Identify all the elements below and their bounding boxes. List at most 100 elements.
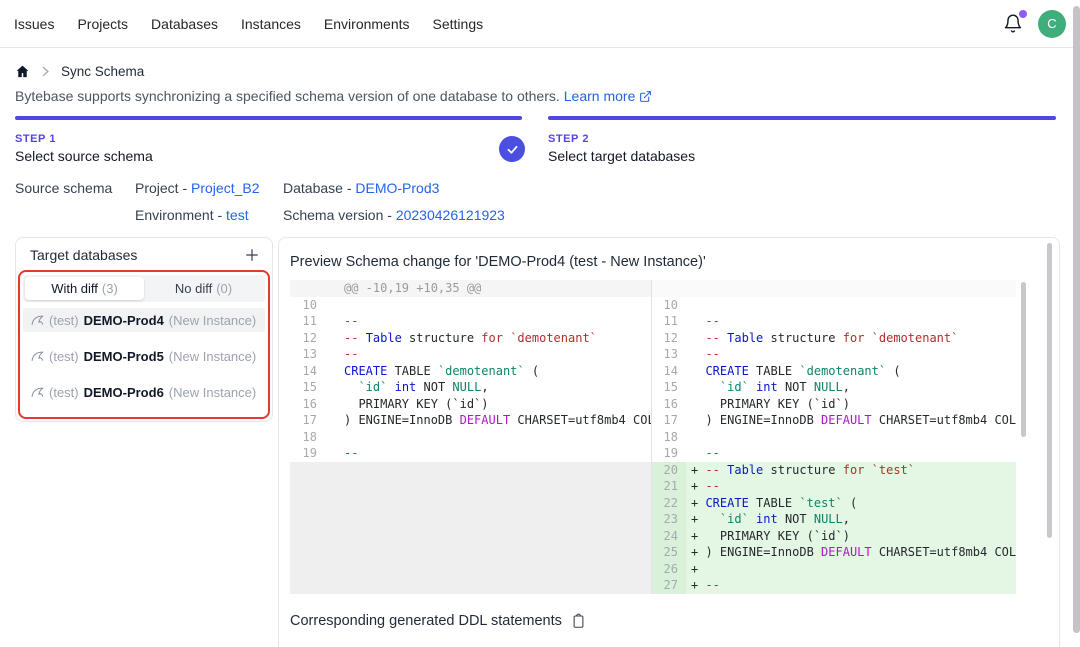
diff-line: 15 `id` int NOT NULL, [290, 379, 651, 396]
diff-line: 14CREATE TABLE `demotenant` ( [290, 363, 651, 380]
diff-line: 10 [652, 297, 1016, 314]
nav-item-databases[interactable]: Databases [151, 16, 218, 32]
intro: Bytebase supports synchronizing a specif… [15, 88, 652, 104]
diff-line: 23+ `id` int NOT NULL, [652, 511, 1016, 528]
database-row[interactable]: (test) DEMO-Prod5 (New Instance) [23, 344, 265, 368]
copy-ddl-button[interactable] [571, 613, 586, 629]
field-environment: Environment - test [135, 207, 249, 223]
mysql-icon [31, 314, 44, 326]
diff-editor-scrollbar[interactable] [1021, 282, 1026, 437]
database-row[interactable]: (test)DEMO-Prod4(New Instance) [23, 308, 265, 332]
step1-progress-bar [15, 116, 522, 120]
diff-line: 19 -- [652, 445, 1016, 462]
step2-progress-bar [548, 116, 1056, 120]
nav-item-issues[interactable]: Issues [14, 16, 54, 32]
check-icon [506, 143, 519, 156]
avatar[interactable]: C [1038, 10, 1066, 38]
db-name: DEMO-Prod6 [84, 385, 164, 400]
db-environment: (test) [49, 313, 79, 328]
tab-with-diff-count: (3) [102, 281, 118, 296]
field-database: Database - DEMO-Prod3 [283, 180, 439, 196]
db-note: (New Instance) [169, 313, 256, 328]
nav-item-instances[interactable]: Instances [241, 16, 301, 32]
db-environment: (test) [49, 349, 79, 364]
diff-line: 10 [290, 297, 651, 314]
mysql-icon [31, 350, 44, 362]
database-list: (test)DEMO-Prod4(New Instance)(test)DEMO… [23, 308, 265, 404]
ddl-statements-label: Corresponding generated DDL statements [290, 613, 562, 629]
preview-title: Preview Schema change for 'DEMO-Prod4 (t… [290, 254, 706, 270]
clipboard-icon [571, 613, 586, 629]
diff-line: 12-- Table structure for `demotenant` [290, 330, 651, 347]
learn-more-link[interactable]: Learn more [564, 88, 636, 104]
preview-panel: Preview Schema change for 'DEMO-Prod4 (t… [278, 237, 1060, 647]
diff-line: 27+ -- [652, 577, 1016, 594]
nav-right: C [1003, 10, 1066, 38]
nav-item-projects[interactable]: Projects [77, 16, 128, 32]
notifications-button[interactable] [1003, 13, 1025, 35]
diff-line: 16 PRIMARY KEY (`id`) [652, 396, 1016, 413]
tab-with-diff[interactable]: With diff (3) [25, 277, 144, 300]
schema-version-link[interactable]: 20230426121923 [396, 207, 505, 223]
target-databases-title: Target databases [30, 247, 137, 263]
database-link[interactable]: DEMO-Prod3 [355, 180, 439, 196]
top-nav: Issues Projects Databases Instances Environm… [0, 0, 1080, 48]
db-name: DEMO-Prod5 [84, 349, 164, 364]
field-database-label: Database - [283, 180, 355, 196]
add-target-database-button[interactable] [244, 247, 260, 263]
diff-line: 20+ -- Table structure for `test` [652, 462, 1016, 479]
tab-with-diff-label: With diff [51, 281, 98, 296]
diff-line: 17) ENGINE=InnoDB DEFAULT CHARSET=utf8mb… [290, 412, 651, 429]
diff-tabs: With diff (3) No diff (0) [23, 275, 265, 302]
field-project-label: Project - [135, 180, 191, 196]
preview-panel-scrollbar[interactable] [1047, 243, 1052, 538]
database-row[interactable]: (test)DEMO-Prod6(New Instance) [23, 380, 265, 404]
intro-text: Bytebase supports synchronizing a specif… [15, 88, 560, 104]
diff-line: 21+ -- [652, 478, 1016, 495]
step1-label: STEP 1 [15, 133, 153, 145]
diff-line: 17 ) ENGINE=InnoDB DEFAULT CHARSET=utf8m… [652, 412, 1016, 429]
target-databases-panel: Target databases With diff (3) No diff (… [15, 237, 273, 422]
step1-title: Select source schema [15, 148, 153, 164]
diff-line: 25+ ) ENGINE=InnoDB DEFAULT CHARSET=utf8… [652, 544, 1016, 561]
diff-line: 18 [652, 429, 1016, 446]
environment-link[interactable]: test [226, 207, 249, 223]
diff-line: 13-- [290, 346, 651, 363]
diff-insert-placeholder [290, 462, 651, 595]
diff-line: 15 `id` int NOT NULL, [652, 379, 1016, 396]
diff-line: 19-- [290, 445, 651, 462]
tab-no-diff[interactable]: No diff (0) [144, 277, 263, 300]
project-link[interactable]: Project_B2 [191, 180, 259, 196]
page-scrollbar[interactable] [1073, 6, 1080, 633]
external-link-icon[interactable] [639, 90, 652, 103]
diff-line [652, 280, 1016, 297]
source-schema-label: Source schema [15, 180, 112, 196]
target-databases-highlight: With diff (3) No diff (0) (test)DEMO-Pro… [18, 270, 270, 419]
diff-line: 13 -- [652, 346, 1016, 363]
field-schema-version: Schema version - 20230426121923 [283, 207, 505, 223]
tab-no-diff-count: (0) [216, 281, 232, 296]
notification-dot [1019, 10, 1027, 18]
nav-item-settings[interactable]: Settings [433, 16, 484, 32]
field-environment-label: Environment - [135, 207, 226, 223]
breadcrumb-page: Sync Schema [61, 64, 144, 79]
field-project: Project - Project_B2 [135, 180, 260, 196]
db-environment: (test) [49, 385, 79, 400]
diff-line: 11-- [290, 313, 651, 330]
tab-no-diff-label: No diff [175, 281, 212, 296]
step-complete-badge [499, 136, 525, 162]
diff-line: 24+ PRIMARY KEY (`id`) [652, 528, 1016, 545]
diff-line: 14 CREATE TABLE `demotenant` ( [652, 363, 1016, 380]
step-2: STEP 2 Select target databases [548, 133, 695, 164]
nav-item-environments[interactable]: Environments [324, 16, 410, 32]
home-icon[interactable] [15, 64, 30, 79]
diff-line: 22+ CREATE TABLE `test` ( [652, 495, 1016, 512]
diff-line: 11 -- [652, 313, 1016, 330]
step-1: STEP 1 Select source schema [15, 133, 153, 164]
mysql-icon [31, 386, 44, 398]
db-note: (New Instance) [169, 349, 256, 364]
diff-line: 18 [290, 429, 651, 446]
diff-pane-original: @@ -10,19 +10,35 @@1011--12-- Table stru… [290, 280, 652, 594]
diff-line: 12 -- Table structure for `demotenant` [652, 330, 1016, 347]
diff-editor: @@ -10,19 +10,35 @@1011--12-- Table stru… [290, 280, 1041, 594]
